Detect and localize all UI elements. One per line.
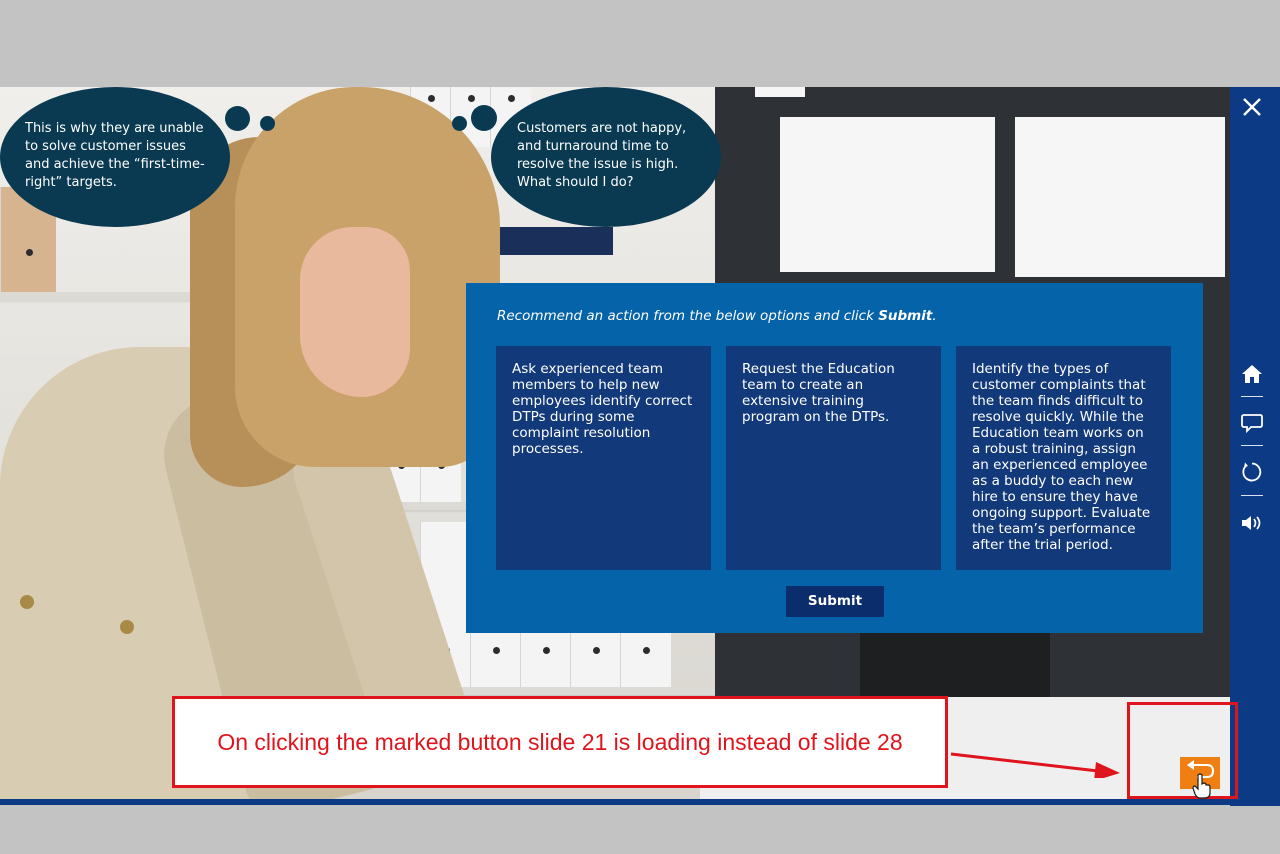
nav-divider	[1241, 396, 1263, 397]
submit-button[interactable]: Submit	[786, 586, 884, 617]
home-icon	[1242, 365, 1262, 383]
woman-face	[300, 227, 410, 397]
thought-bubble-right: Customers are not happy, and turnaround …	[491, 87, 721, 227]
annotation-arrow	[950, 752, 1120, 778]
thought-bubble-left-text: This is why they are unable to solve cus…	[25, 121, 205, 190]
pinned-paper	[1015, 117, 1225, 277]
home-button[interactable]	[1230, 354, 1274, 394]
nav-divider	[1241, 445, 1263, 446]
jacket-button	[20, 595, 34, 609]
thought-bubble-right-text: Customers are not happy, and turnaround …	[517, 121, 687, 190]
jacket-button	[120, 620, 134, 634]
prompt-text: Recommend an action from the below optio…	[497, 308, 879, 324]
prompt-submit-word: Submit	[878, 308, 933, 324]
question-panel: Recommend an action from the below optio…	[466, 283, 1203, 633]
volume-icon	[1242, 516, 1261, 530]
thought-dot	[452, 116, 467, 131]
thought-dot	[471, 105, 497, 131]
progress-bar	[0, 799, 1230, 805]
annotation-callout: On clicking the marked button slide 21 i…	[172, 696, 948, 788]
option-3[interactable]: Identify the types of customer complaint…	[956, 346, 1171, 570]
player-sidebar	[1230, 87, 1280, 806]
hand-cursor-icon	[1192, 773, 1211, 799]
option-2[interactable]: Request the Education team to create an …	[726, 346, 941, 570]
question-prompt: Recommend an action from the below optio…	[497, 308, 937, 324]
audio-button[interactable]	[1230, 503, 1274, 543]
close-icon	[1243, 98, 1261, 116]
close-button[interactable]	[1230, 87, 1274, 127]
thought-bubble-left: This is why they are unable to solve cus…	[0, 87, 230, 227]
thought-dot	[260, 116, 275, 131]
replay-button[interactable]	[1230, 452, 1274, 492]
prompt-period: .	[932, 308, 937, 324]
replay-icon	[1242, 462, 1262, 482]
pinned-paper	[780, 117, 995, 272]
transcript-button[interactable]	[1230, 403, 1274, 443]
nav-divider	[1241, 495, 1263, 496]
thought-dot	[225, 106, 250, 131]
option-1[interactable]: Ask experienced team members to help new…	[496, 346, 711, 570]
transcript-icon	[1241, 414, 1263, 433]
pinned-paper	[755, 87, 805, 97]
